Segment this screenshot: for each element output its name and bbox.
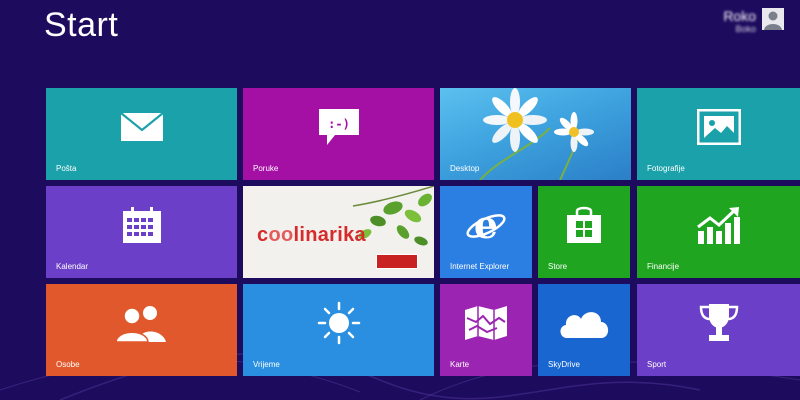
tile-label: SkyDrive: [548, 360, 581, 369]
tile-calendar[interactable]: Kalendar: [46, 186, 237, 278]
tile-label: Osobe: [56, 360, 80, 369]
envelope-icon: [46, 88, 237, 166]
logo-text-b: linarika: [293, 224, 366, 246]
calendar-icon: [46, 186, 237, 264]
user-silhouette-icon: [764, 11, 782, 30]
tile-label: Financije: [647, 262, 680, 271]
tile-skydrive[interactable]: SkyDrive: [538, 284, 630, 376]
tile-label: Fotografije: [647, 164, 685, 173]
tile-label: Desktop: [450, 164, 480, 173]
store-bag-icon: [538, 186, 630, 264]
logo-text-oo: oo: [268, 224, 294, 246]
tile-photos[interactable]: Fotografije: [637, 88, 800, 180]
tile-label: Karte: [450, 360, 470, 369]
tile-store[interactable]: Store: [538, 186, 630, 278]
map-icon: [440, 284, 532, 362]
coolinarika-logo: coolinarika: [257, 224, 366, 247]
tile-maps[interactable]: Karte: [440, 284, 532, 376]
tile-desktop[interactable]: Desktop: [440, 88, 631, 180]
people-icon: [46, 284, 237, 362]
brand-badge-icon: [376, 254, 418, 269]
user-name: Roko: [723, 8, 756, 24]
tile-sport[interactable]: Sport: [637, 284, 800, 376]
picture-icon: [637, 88, 800, 166]
ie-icon: e: [440, 186, 532, 264]
tile-label: Pošta: [56, 164, 77, 173]
tile-label: Internet Explorer: [450, 262, 510, 271]
tile-mail[interactable]: Pošta: [46, 88, 237, 180]
tile-finance[interactable]: Financije: [637, 186, 800, 278]
svg-text:e: e: [474, 204, 498, 246]
user-info: Roko Boko: [723, 8, 756, 35]
chat-glyph: :-): [328, 117, 350, 131]
tile-label: Kalendar: [56, 262, 89, 271]
tile-label: Store: [548, 262, 568, 271]
tile-coolinarika[interactable]: coolinarika: [243, 186, 434, 278]
tile-people[interactable]: Osobe: [46, 284, 237, 376]
page-title: Start: [44, 6, 119, 44]
trophy-icon: [637, 284, 800, 362]
tile-label: Sport: [647, 360, 667, 369]
avatar[interactable]: [762, 8, 784, 30]
tile-weather[interactable]: Vrijeme: [243, 284, 434, 376]
sun-icon: [243, 284, 434, 362]
user-account[interactable]: Roko Boko: [723, 8, 784, 35]
user-subtitle: Boko: [735, 24, 756, 34]
logo-text-a: c: [257, 224, 269, 246]
tile-internet-explorer[interactable]: e Internet Explorer: [440, 186, 532, 278]
tile-label: Poruke: [253, 164, 279, 173]
tile-messages[interactable]: :-) Poruke: [243, 88, 434, 180]
cloud-icon: [538, 284, 630, 362]
tile-label: Vrijeme: [253, 360, 280, 369]
chat-smiley-icon: :-): [243, 88, 434, 166]
chart-up-icon: [637, 186, 800, 264]
